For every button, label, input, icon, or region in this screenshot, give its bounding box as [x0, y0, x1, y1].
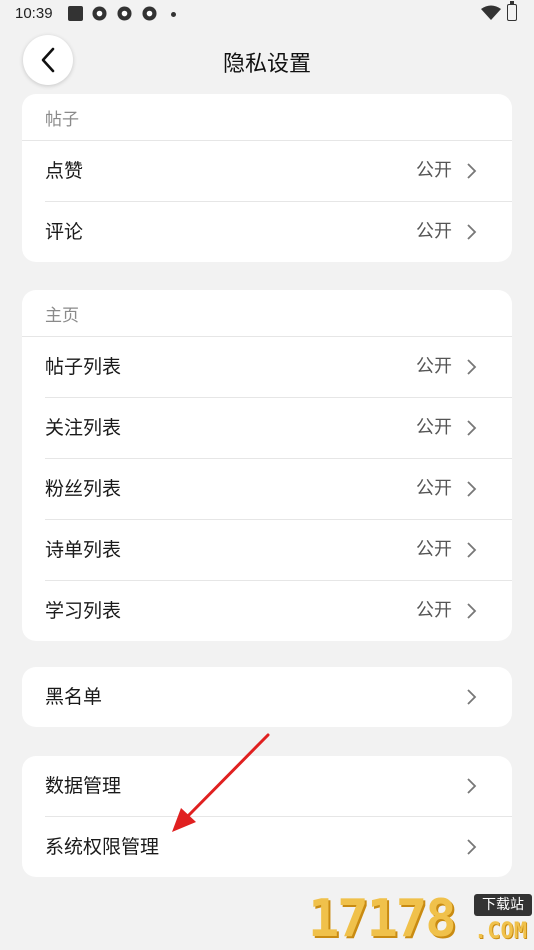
row-value: 公开: [416, 478, 452, 499]
management-card: 数据管理 系统权限管理: [22, 756, 512, 877]
page-title: 隐私设置: [222, 52, 311, 77]
chevron-right-icon: [467, 420, 477, 436]
site-watermark: 17178 下载站 .COM: [308, 888, 534, 950]
chevron-right-icon: [467, 778, 477, 794]
row-study-list[interactable]: 学习列表 公开: [45, 580, 512, 641]
row-label: 帖子列表: [45, 356, 122, 378]
row-followers-list[interactable]: 粉丝列表 公开: [45, 458, 512, 519]
battery-icon: [507, 1, 517, 21]
row-label: 学习列表: [45, 600, 122, 622]
notification-square-icon: [68, 6, 83, 21]
status-bar: 10:39: [0, 0, 534, 28]
section-label-posts: 帖子: [22, 94, 512, 141]
row-label: 黑名单: [45, 686, 103, 708]
homepage-privacy-card: 主页 帖子列表 公开 关注列表 公开 粉丝列表 公开 诗单列表 公开 学习列表 …: [22, 290, 512, 641]
row-label: 关注列表: [45, 417, 122, 439]
row-likes[interactable]: 点赞 公开: [45, 141, 512, 201]
row-label: 评论: [45, 221, 84, 243]
chevron-right-icon: [467, 224, 477, 240]
row-value: 公开: [416, 221, 452, 242]
chevron-right-icon: [467, 603, 477, 619]
app-notification-icon: [142, 6, 157, 21]
row-following-list[interactable]: 关注列表 公开: [45, 397, 512, 458]
watermark-tag: 下载站: [474, 894, 532, 916]
chevron-right-icon: [467, 689, 477, 705]
row-blacklist[interactable]: 黑名单: [45, 667, 512, 727]
row-comments[interactable]: 评论 公开: [45, 201, 512, 262]
chevron-right-icon: [467, 839, 477, 855]
row-data-management[interactable]: 数据管理: [45, 756, 512, 816]
row-label: 点赞: [45, 160, 84, 182]
app-notification-icon: [117, 6, 132, 21]
row-system-permissions[interactable]: 系统权限管理: [45, 816, 512, 877]
blacklist-card: 黑名单: [22, 667, 512, 727]
row-label: 系统权限管理: [45, 836, 160, 858]
more-notifications-dot-icon: [171, 12, 176, 17]
chevron-right-icon: [467, 163, 477, 179]
row-value: 公开: [416, 160, 452, 181]
chevron-right-icon: [467, 481, 477, 497]
row-value: 公开: [416, 417, 452, 438]
watermark-domain: .COM: [474, 919, 527, 944]
row-label: 粉丝列表: [45, 478, 122, 500]
row-label: 数据管理: [45, 775, 122, 797]
chevron-right-icon: [467, 359, 477, 375]
watermark-number: 17178: [308, 889, 457, 949]
header: 隐私设置: [0, 32, 534, 92]
chevron-right-icon: [467, 542, 477, 558]
status-time: 10:39: [15, 5, 53, 22]
row-label: 诗单列表: [45, 539, 122, 561]
wifi-icon: [481, 5, 501, 20]
section-label-homepage: 主页: [22, 290, 512, 337]
row-post-list[interactable]: 帖子列表 公开: [45, 337, 512, 397]
row-value: 公开: [416, 539, 452, 560]
row-value: 公开: [416, 600, 452, 621]
app-notification-icon: [92, 6, 107, 21]
row-value: 公开: [416, 356, 452, 377]
posts-privacy-card: 帖子 点赞 公开 评论 公开: [22, 94, 512, 262]
row-poem-list[interactable]: 诗单列表 公开: [45, 519, 512, 580]
